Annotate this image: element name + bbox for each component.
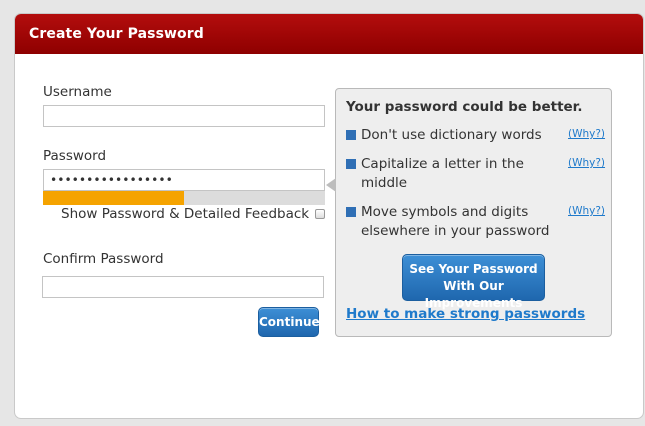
username-field[interactable]: [43, 105, 325, 127]
password-feedback-box: Your password could be better. Don't use…: [326, 88, 612, 337]
strong-passwords-link[interactable]: How to make strong passwords: [346, 306, 585, 322]
username-label: Username: [43, 84, 112, 100]
password-strength-fill: [43, 191, 184, 205]
see-improvements-button[interactable]: See Your Password With Our Improvements: [402, 254, 545, 310]
bullet-icon: [346, 130, 356, 140]
why-link[interactable]: (Why?): [568, 154, 605, 173]
confirm-password-field[interactable]: [42, 276, 324, 298]
feedback-tip: Don't use dictionary words (Why?): [346, 126, 608, 146]
feedback-tip: Move symbols and digits elsewhere in you…: [346, 203, 608, 243]
show-password-checkbox[interactable]: [315, 209, 326, 219]
why-link[interactable]: (Why?): [568, 125, 605, 144]
create-password-panel: Create Your Password Username Password •…: [14, 13, 644, 419]
show-password-row[interactable]: Show Password & Detailed Feedback: [61, 206, 326, 222]
continue-button[interactable]: Continue: [258, 307, 320, 337]
why-link[interactable]: (Why?): [568, 202, 605, 221]
see-improvements-label: See Your Password With Our Improvements: [409, 262, 538, 310]
password-label: Password: [43, 148, 107, 164]
feedback-tip: Capitalize a letter in the middle (Why?): [346, 155, 608, 195]
feedback-pointer: [326, 178, 336, 192]
bullet-icon: [346, 207, 356, 217]
confirm-password-label: Confirm Password: [43, 251, 164, 267]
feedback-tip-text: Move symbols and digits elsewhere in you…: [361, 204, 550, 239]
feedback-tip-text: Capitalize a letter in the middle: [361, 156, 524, 191]
password-strength-meter: [43, 191, 325, 205]
feedback-tip-text: Don't use dictionary words: [361, 127, 542, 143]
bullet-icon: [346, 159, 356, 169]
show-password-label: Show Password & Detailed Feedback: [61, 206, 310, 222]
password-field[interactable]: •••••••••••••••••: [43, 169, 325, 191]
panel-header: Create Your Password: [15, 14, 643, 54]
page-title: Create Your Password: [29, 26, 204, 42]
feedback-title: Your password could be better.: [346, 99, 583, 115]
